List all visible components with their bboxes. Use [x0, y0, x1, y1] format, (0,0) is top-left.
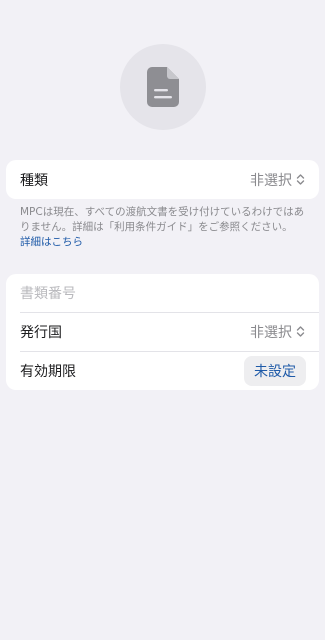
document-number-row[interactable]: 書類番号 [6, 274, 319, 312]
expiry-date-button[interactable]: 未設定 [244, 355, 306, 386]
footnote-text: MPCは現在、すべての渡航文書を受け付けているわけではありません。詳細は「利用条… [20, 206, 305, 233]
issuing-country-row[interactable]: 発行国 非選択 [6, 312, 319, 351]
document-type-label: 種類 [20, 172, 48, 189]
expiry-date-row[interactable]: 有効期限 未設定 [6, 351, 319, 390]
chevron-updown-icon [296, 326, 305, 337]
document-details-card: 書類番号 発行国 非選択 有効期限 未設定 [6, 274, 319, 390]
details-link[interactable]: 詳細はこちら [20, 235, 307, 250]
issuing-country-value: 非選択 [250, 324, 292, 341]
document-type-card: 種類 非選択 [6, 160, 319, 199]
document-number-input[interactable]: 書類番号 [20, 283, 305, 303]
issuing-country-picker[interactable]: 非選択 [250, 322, 305, 342]
document-type-value: 非選択 [250, 172, 292, 189]
document-avatar [119, 44, 206, 130]
chevron-updown-icon [296, 174, 305, 185]
document-icon [146, 67, 179, 107]
document-type-row[interactable]: 種類 非選択 [6, 160, 319, 199]
expiry-date-label: 有効期限 [20, 363, 76, 380]
supported-documents-note: MPCは現在、すべての渡航文書を受け付けているわけではありません。詳細は「利用条… [20, 205, 307, 250]
issuing-country-label: 発行国 [20, 324, 62, 341]
document-type-picker[interactable]: 非選択 [250, 170, 305, 190]
